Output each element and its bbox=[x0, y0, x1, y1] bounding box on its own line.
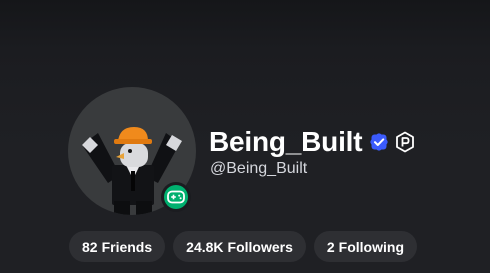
avatar-container[interactable] bbox=[68, 87, 196, 215]
friends-pill[interactable]: 82 Friends bbox=[69, 231, 166, 262]
presence-indicator bbox=[164, 185, 188, 209]
username: @Being_Built bbox=[210, 160, 308, 177]
following-label: Following bbox=[338, 238, 404, 255]
following-count: 2 bbox=[326, 238, 335, 255]
followers-label: Followers bbox=[227, 238, 293, 255]
stats-row: 82 Friends 24.8K Followers 2 Following bbox=[69, 231, 417, 262]
display-name-row: Being_Built bbox=[209, 124, 415, 160]
premium-icon[interactable] bbox=[395, 131, 415, 153]
friends-count: 82 bbox=[82, 238, 98, 255]
followers-pill[interactable]: 24.8K Followers bbox=[173, 231, 306, 262]
profile-header: Being_Built @Being_Built 82 Friends 24.8… bbox=[0, 0, 490, 273]
verified-badge-icon[interactable] bbox=[369, 132, 389, 152]
display-name: Being_Built bbox=[209, 126, 363, 157]
following-pill[interactable]: 2 Following bbox=[313, 231, 417, 262]
followers-count: 24.8K bbox=[186, 238, 224, 255]
presence-badge bbox=[161, 182, 191, 212]
friends-label: Friends bbox=[101, 238, 153, 255]
gamepad-icon bbox=[167, 190, 185, 204]
